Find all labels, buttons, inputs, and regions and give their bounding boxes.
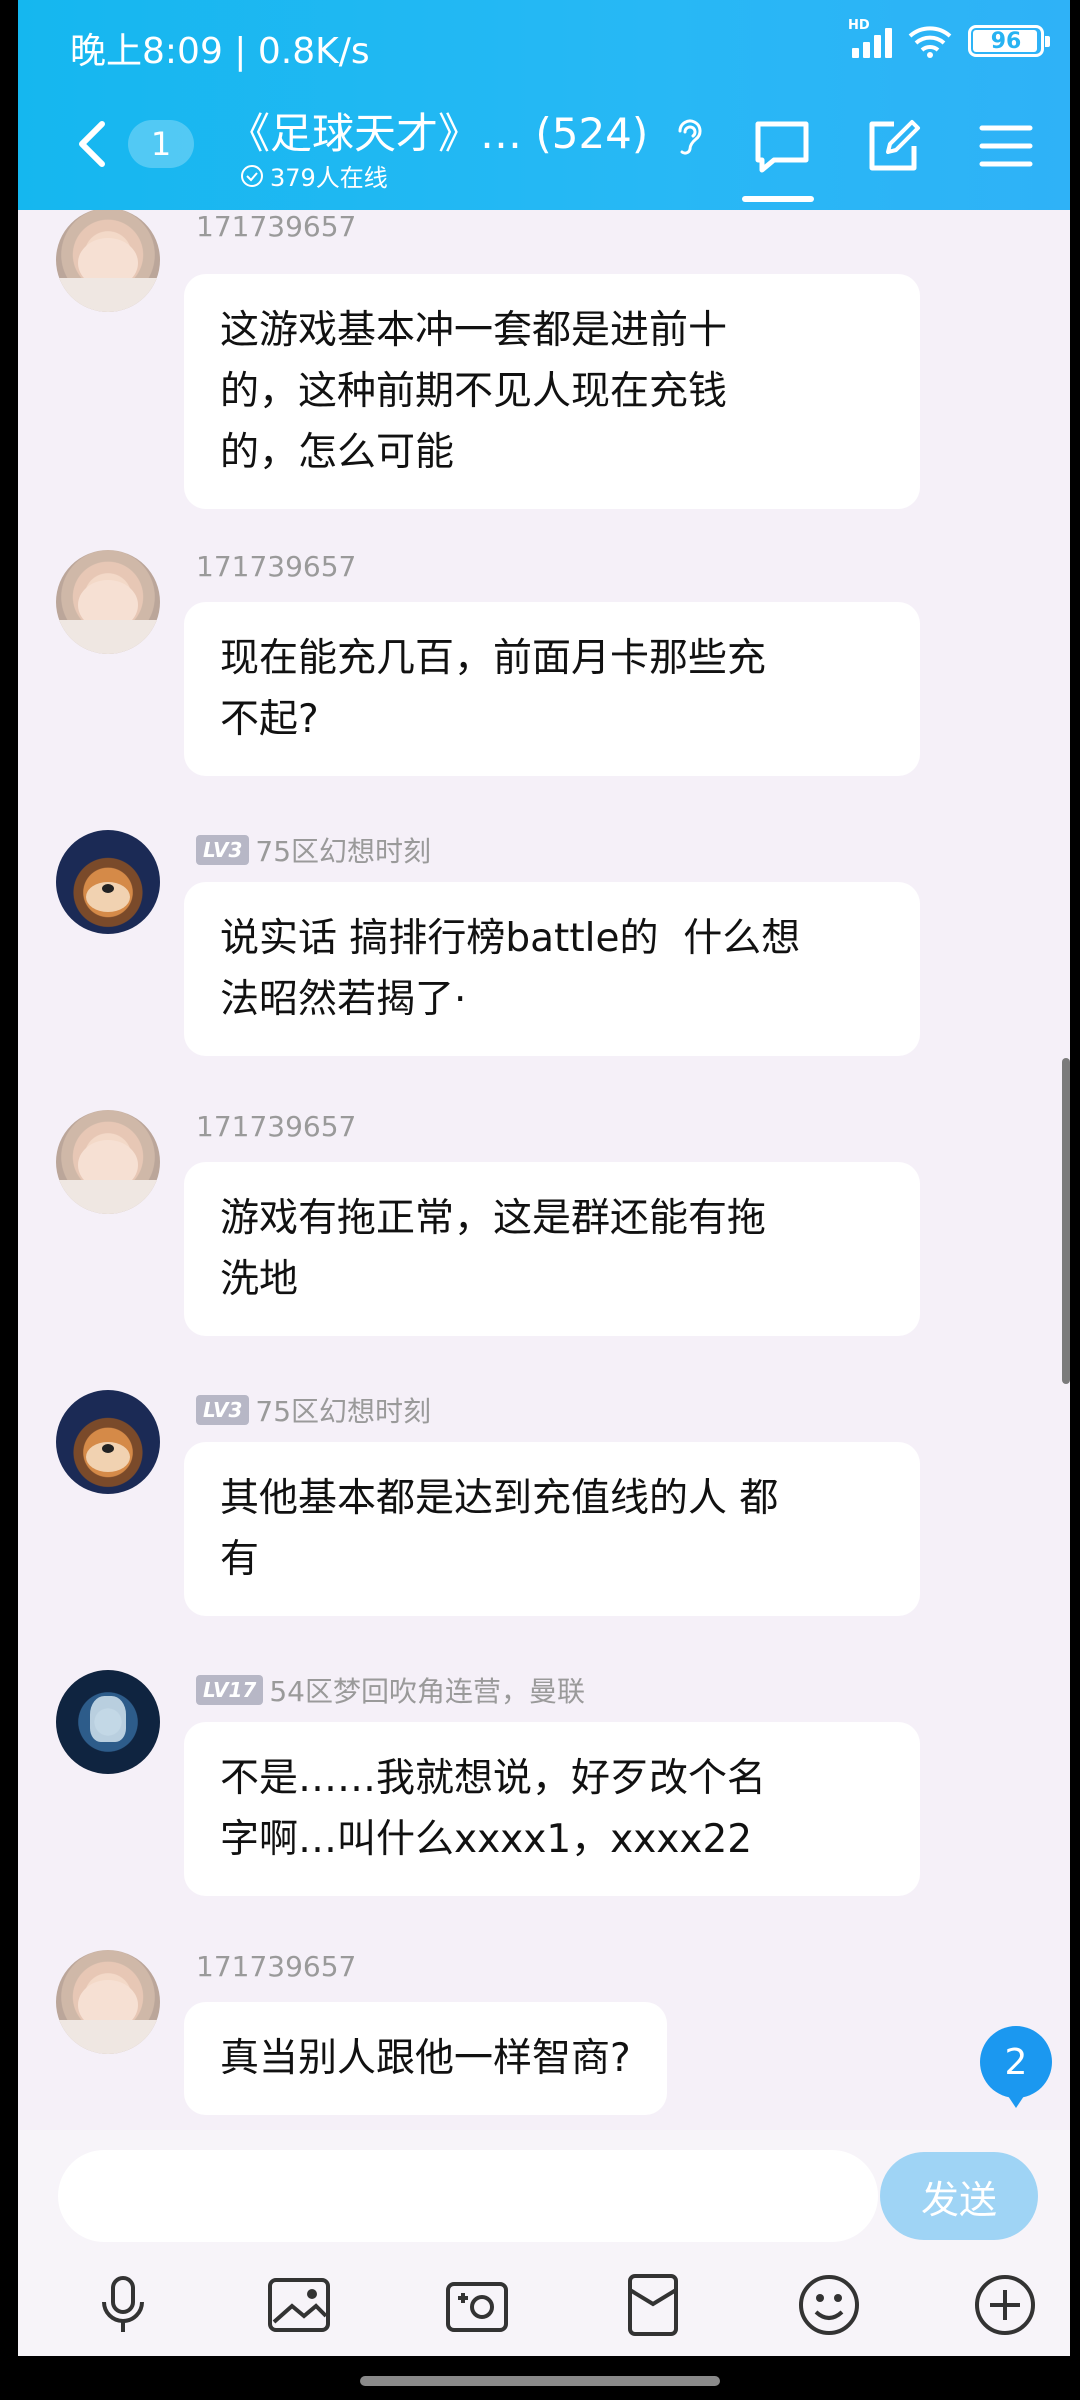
plus-icon[interactable] xyxy=(970,2270,1040,2340)
network-tag: HD xyxy=(848,18,870,33)
sender-name: 75区幻想时刻 xyxy=(255,835,432,868)
nav-bar: 1 《足球天才》… (524) 379人在线 xyxy=(18,96,1070,210)
home-indicator[interactable] xyxy=(360,2376,720,2386)
microphone-icon[interactable] xyxy=(88,2270,158,2340)
status-icons: HD 96 xyxy=(848,18,1050,58)
status-time-speed: 晚上8:09 | 0.8K/s xyxy=(70,31,370,72)
sender-name: 171739657 xyxy=(196,550,357,583)
sender-line: 171739657 xyxy=(196,210,356,243)
header: 晚上8:09 | 0.8K/s HD 96 1 《足球天才》… (524) 37… xyxy=(18,0,1070,210)
sender-line: LV3 75区幻想时刻 xyxy=(196,830,431,870)
red-packet-icon[interactable] xyxy=(618,2270,688,2340)
level-badge: LV17 xyxy=(196,1675,264,1705)
sender-line: LV17 54区梦回吹角连营，曼联 xyxy=(196,1670,585,1710)
battery-level: 96 xyxy=(990,28,1022,54)
sender-name: 171739657 xyxy=(196,1110,357,1143)
chat-icon[interactable] xyxy=(752,116,812,176)
sender-line: LV3 75区幻想时刻 xyxy=(196,1390,431,1430)
message-bubble[interactable]: 游戏有拖正常，这是群还能有拖 洗地 xyxy=(184,1162,920,1336)
scrollbar[interactable] xyxy=(1062,1058,1070,1384)
message-bubble[interactable]: 真当别人跟他一样智商? xyxy=(184,2002,667,2115)
group-title-text: 《足球天才》… (524) xyxy=(228,109,649,158)
menu-icon[interactable] xyxy=(976,116,1036,176)
message-bubble[interactable]: 说实话 搞排行榜battle的 什么想 法昭然若揭了· xyxy=(184,882,920,1056)
level-badge: LV3 xyxy=(196,835,250,865)
group-title[interactable]: 《足球天才》… (524) xyxy=(228,100,704,161)
baby-avatar[interactable] xyxy=(56,210,160,312)
bear-avatar[interactable] xyxy=(56,830,160,934)
send-button[interactable]: 发送 xyxy=(880,2152,1038,2240)
sender-line: 171739657 xyxy=(196,1950,356,1983)
bear-avatar[interactable] xyxy=(56,1390,160,1494)
online-status: 379人在线 xyxy=(240,158,388,193)
message-bubble[interactable]: 这游戏基本冲一套都是进前十 的，这种前期不见人现在充钱 的，怎么可能 xyxy=(184,274,920,509)
chat-screen: 晚上8:09 | 0.8K/s HD 96 1 《足球天才》… (524) 37… xyxy=(18,0,1070,2400)
chat-tab-indicator xyxy=(742,196,814,202)
baby-avatar[interactable] xyxy=(56,550,160,654)
message-list[interactable]: 171739657 这游戏基本冲一套都是进前十 的，这种前期不见人现在充钱 的，… xyxy=(18,210,1070,2130)
online-check-icon xyxy=(241,164,263,187)
unread-count-badge[interactable]: 1 xyxy=(128,120,194,168)
online-count: 379人在线 xyxy=(270,164,388,192)
status-bar: 晚上8:09 | 0.8K/s HD 96 xyxy=(18,0,1070,96)
level-badge: LV3 xyxy=(196,1395,250,1425)
sender-name: 75区幻想时刻 xyxy=(255,1395,432,1428)
new-message-badge[interactable]: 2 xyxy=(980,2026,1052,2108)
sender-name: 171739657 xyxy=(196,210,357,243)
edit-icon[interactable] xyxy=(864,116,924,176)
baby-avatar[interactable] xyxy=(56,1110,160,1214)
emoji-icon[interactable] xyxy=(794,2270,864,2340)
message-bubble[interactable]: 其他基本都是达到充值线的人 都 有 xyxy=(184,1442,920,1616)
sender-line: 171739657 xyxy=(196,550,356,583)
message-input[interactable] xyxy=(58,2150,878,2242)
sender-line: 171739657 xyxy=(196,1110,356,1143)
sender-name: 171739657 xyxy=(196,1950,357,1983)
knight-avatar[interactable] xyxy=(56,1670,160,1774)
sender-name: 54区梦回吹角连营，曼联 xyxy=(269,1675,585,1708)
message-bubble[interactable]: 现在能充几百，前面月卡那些充 不起? xyxy=(184,602,920,776)
back-arrow-icon[interactable] xyxy=(68,114,118,174)
battery-icon: 96 xyxy=(968,25,1050,57)
signal-icon: HD xyxy=(848,18,892,58)
wifi-icon xyxy=(908,26,952,58)
ear-icon xyxy=(678,119,702,155)
message-bubble[interactable]: 不是……我就想说，好歹改个名 字啊…叫什么xxxx1，xxxx22 xyxy=(184,1722,920,1896)
camera-icon[interactable] xyxy=(442,2270,512,2340)
image-icon[interactable] xyxy=(264,2270,334,2340)
baby-avatar[interactable] xyxy=(56,1950,160,2054)
